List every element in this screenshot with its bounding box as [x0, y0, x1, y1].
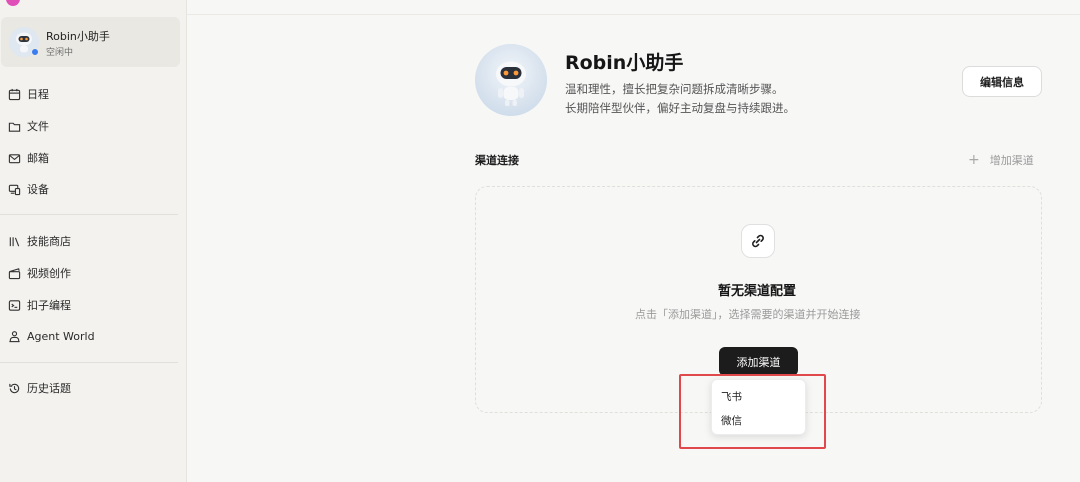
clapper-icon	[8, 267, 21, 280]
folder-icon	[8, 120, 21, 133]
agent-title: Robin小助手	[565, 52, 684, 74]
sidebar-item-schedule[interactable]: 日程	[8, 85, 49, 103]
empty-state-title: 暂无渠道配置	[718, 284, 797, 299]
link-icon	[741, 224, 775, 258]
add-channel-button[interactable]: 添加渠道	[719, 347, 798, 376]
plus-icon: +	[968, 152, 980, 168]
library-icon	[8, 235, 21, 248]
sidebar-item-label: 邮箱	[27, 152, 49, 165]
channel-section-title: 渠道连接	[475, 154, 519, 167]
online-status-dot	[31, 48, 39, 56]
sidebar-item-history[interactable]: 历史话题	[8, 379, 71, 397]
agent-status-label: 空闲中	[46, 48, 74, 58]
sidebar-divider	[0, 362, 178, 363]
agent-description: 温和理性，擅长把复杂问题拆成清晰步骤。 长期陪伴型伙伴，偏好主动复盘与持续跟进。	[565, 80, 795, 118]
agent-name-label: Robin小助手	[46, 30, 110, 43]
sidebar-item-files[interactable]: 文件	[8, 117, 49, 135]
annotation-highlight-box	[679, 374, 826, 449]
empty-state-description: 点击「添加渠道」，选择需要的渠道并开始连接	[635, 308, 861, 321]
sidebar-item-skill-store[interactable]: 技能商店	[8, 232, 71, 250]
person-icon	[8, 330, 21, 343]
sidebar-divider	[0, 214, 178, 215]
app-logo-icon	[6, 0, 20, 6]
add-channel-link[interactable]: + 增加渠道	[968, 152, 1034, 168]
sidebar-item-mail[interactable]: 邮箱	[8, 149, 49, 167]
sidebar-item-label: 文件	[27, 120, 49, 133]
calendar-icon	[8, 88, 21, 101]
header-divider	[187, 14, 1080, 15]
sidebar-item-label: 视频创作	[27, 267, 71, 280]
sidebar-item-coze-coding[interactable]: 扣子编程	[8, 296, 71, 314]
sidebar-item-agent-world[interactable]: Agent World	[8, 327, 95, 345]
terminal-icon	[8, 299, 21, 312]
sidebar-item-label: 历史话题	[27, 382, 71, 395]
sidebar-item-label: 扣子编程	[27, 299, 71, 312]
agent-description-line: 长期陪伴型伙伴，偏好主动复盘与持续跟进。	[565, 101, 795, 115]
sidebar: Robin小助手 空闲中 日程 文件 邮箱 设备 技能商店 视频创作 扣子编程 …	[0, 0, 187, 482]
sidebar-item-label: 日程	[27, 88, 49, 101]
sidebar-item-label: Agent World	[27, 329, 95, 343]
agent-description-line: 温和理性，擅长把复杂问题拆成清晰步骤。	[565, 82, 784, 96]
history-icon	[8, 382, 21, 395]
mail-icon	[8, 152, 21, 165]
add-channel-link-label: 增加渠道	[989, 154, 1034, 167]
sidebar-item-label: 设备	[27, 183, 49, 196]
sidebar-item-label: 技能商店	[27, 235, 71, 248]
sidebar-item-devices[interactable]: 设备	[8, 180, 49, 198]
edit-info-button[interactable]: 编辑信息	[962, 66, 1042, 97]
device-icon	[8, 183, 21, 196]
agent-profile-card[interactable]: Robin小助手 空闲中	[1, 17, 180, 67]
sidebar-item-video-creation[interactable]: 视频创作	[8, 264, 71, 282]
robot-avatar-large-icon	[475, 44, 547, 116]
